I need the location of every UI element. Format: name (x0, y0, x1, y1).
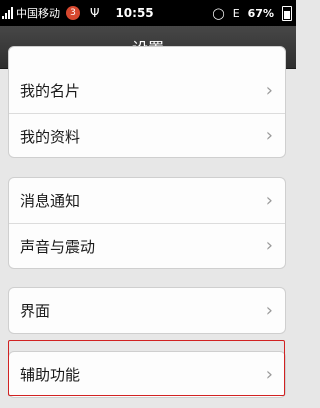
signal-strength-icon (2, 7, 13, 19)
battery-level: 67% (247, 6, 274, 20)
highlight-box (8, 340, 285, 396)
settings-item-my-card[interactable]: 我的名片 › (9, 68, 285, 113)
settings-item-interface[interactable]: 界面 › (9, 288, 285, 333)
settings-item-sound-vibration[interactable]: 声音与震动 › (9, 223, 285, 268)
settings-item-notifications[interactable]: 消息通知 › (9, 178, 285, 223)
carrier-name: 中国移动 (16, 7, 60, 20)
settings-group-notifications: 消息通知 › 声音与震动 › (8, 177, 286, 269)
notification-badge: 3 (66, 6, 80, 20)
chevron-right-icon: › (265, 299, 273, 321)
settings-item-label: 我的资料 (20, 127, 81, 146)
settings-group-profile: 我的名片 › 我的资料 › (8, 46, 286, 158)
settings-item-label: 声音与震动 (20, 237, 96, 256)
usb-icon: Ψ (90, 6, 100, 20)
settings-item-label: 消息通知 (20, 192, 81, 210)
vibrate-icon: ◯ (212, 6, 225, 20)
settings-item-my-profile[interactable]: 我的资料 › (9, 113, 285, 157)
data-type-icon: E (232, 6, 240, 20)
chevron-right-icon: › (265, 125, 273, 146)
settings-item-label: 界面 (20, 302, 51, 320)
chevron-right-icon: › (265, 189, 273, 211)
settings-group-interface: 界面 › (8, 287, 286, 334)
chevron-right-icon: › (265, 79, 273, 101)
chevron-right-icon: › (265, 235, 273, 256)
settings-item-label: 我的名片 (20, 82, 81, 100)
status-time: 10:55 (115, 6, 154, 20)
status-bar: 中国移动 3 Ψ 10:55 ◯ E 67% (0, 0, 296, 26)
battery-icon (282, 5, 292, 21)
